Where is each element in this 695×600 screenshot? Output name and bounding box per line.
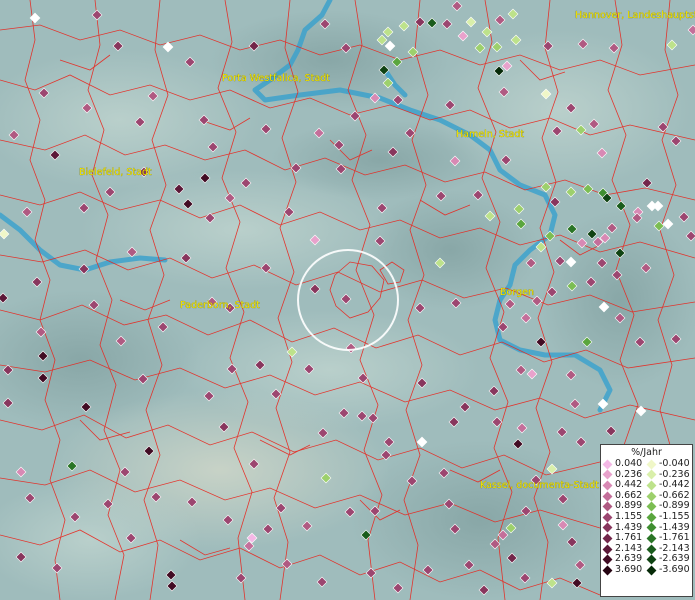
legend-entry: 1.155 <box>602 510 648 523</box>
legend-swatch <box>602 512 613 523</box>
legend-swatch <box>602 469 613 480</box>
legend-column-negative: -0.040 -0.236 -0.442 -0.662 -0.899 -1.15… <box>646 458 692 576</box>
legend-swatch <box>646 533 657 544</box>
legend-swatch <box>646 522 657 533</box>
legend-swatch <box>646 469 657 480</box>
legend-label: 1.155 <box>615 510 643 522</box>
legend-label: -3.690 <box>659 563 690 575</box>
legend-entry: -0.040 <box>646 458 692 470</box>
legend-swatch <box>646 565 657 576</box>
map-canvas[interactable]: Hannover, Landeshauptstadt Porta Westfal… <box>0 0 695 600</box>
legend-swatch <box>646 544 657 554</box>
legend-label: 0.040 <box>615 458 643 469</box>
legend-label: -0.040 <box>659 458 690 469</box>
legend-swatch <box>602 554 613 565</box>
city-label-hannover: Hannover, Landeshauptstadt <box>575 10 695 21</box>
city-label-hameln: Hameln, Stadt <box>456 129 524 140</box>
city-label-bielefeld: Bielefeld, Stadt <box>79 167 152 178</box>
legend-entry: 0.040 <box>602 458 648 470</box>
legend-label: 3.690 <box>615 563 643 575</box>
legend-swatch <box>602 501 613 512</box>
city-label-kassel: Kassel, documenta-Stadt <box>480 480 599 491</box>
legend-swatch <box>646 512 657 523</box>
legend-swatch <box>602 565 613 576</box>
legend-swatch <box>646 459 657 470</box>
city-label-borgen: Borgen <box>500 287 534 298</box>
legend-swatch <box>602 544 613 554</box>
city-label-paderborn: Paderborn, Stadt <box>180 300 260 311</box>
legend-column-positive: 0.040 0.236 0.442 0.662 0.899 1.155 1.43… <box>602 458 648 576</box>
legend-swatch <box>602 459 613 470</box>
legend: %/Jahr 0.040 0.236 0.442 0.662 0.899 1.1… <box>600 444 693 597</box>
legend-swatch <box>602 491 613 502</box>
legend-swatch <box>646 554 657 565</box>
legend-entry: 3.690 <box>602 563 648 576</box>
legend-swatch <box>646 491 657 502</box>
legend-swatch <box>602 533 613 544</box>
legend-swatch <box>602 480 613 491</box>
legend-swatch <box>602 522 613 533</box>
legend-entry: -1.155 <box>646 510 692 523</box>
legend-label: -1.155 <box>659 510 690 522</box>
city-label-porta-westfalica: Porta Westfalica, Stadt <box>222 73 330 84</box>
legend-swatch <box>646 480 657 491</box>
legend-swatch <box>646 501 657 512</box>
legend-entry: -3.690 <box>646 563 692 576</box>
